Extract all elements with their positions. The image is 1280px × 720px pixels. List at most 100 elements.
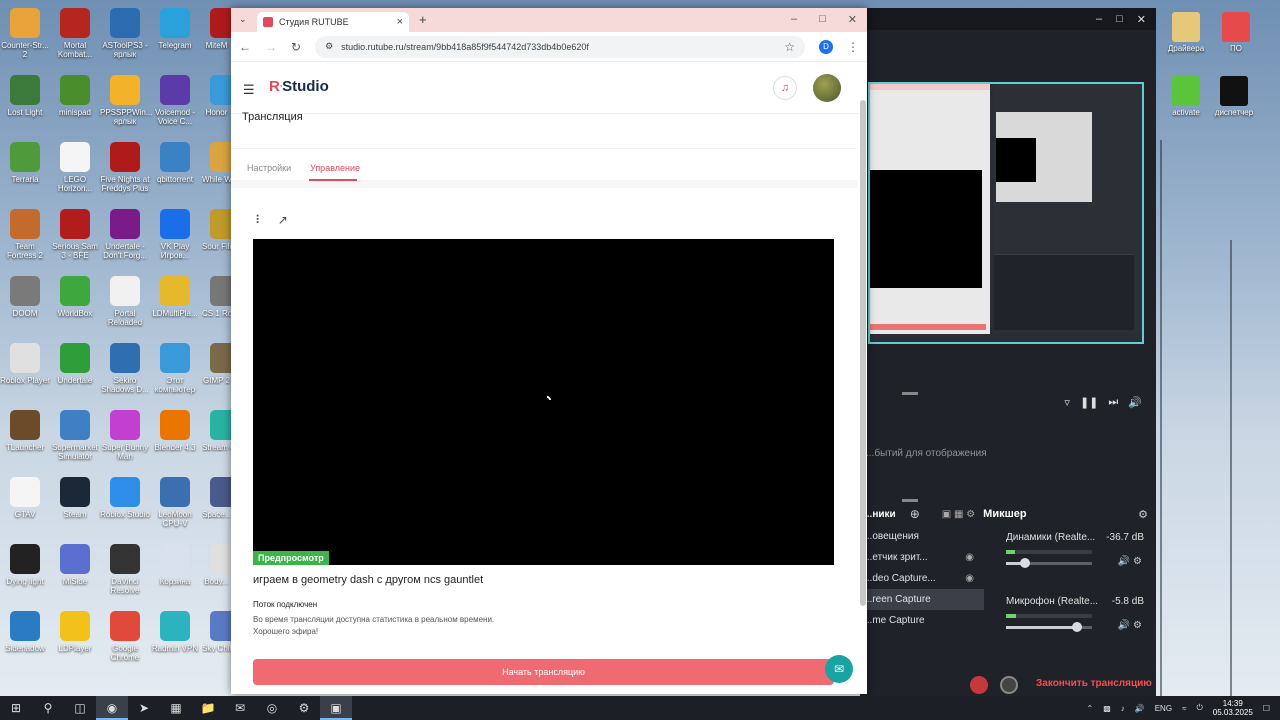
filter-icon[interactable]: ▿ [1064,396,1070,409]
desktop-icon[interactable]: Telegram [150,8,200,50]
visibility-icon[interactable]: ◉ [965,568,974,589]
desktop-icon[interactable]: CS 1 Ross... [202,276,231,318]
calculator-taskbar-icon[interactable]: ▦ [160,696,192,720]
tab-management[interactable]: Управление [310,163,360,173]
desktop-icon[interactable]: GTAV [0,477,50,519]
desktop-icon[interactable]: qbittorrent [150,142,200,184]
desktop-icon[interactable]: Voicemod - Voice C... [150,75,200,126]
bookmark-star-icon[interactable]: ☆ [784,40,795,54]
notifications-bell-icon[interactable]: ♫ [773,76,797,100]
obs-preview[interactable] [868,82,1144,344]
desktop-icon[interactable]: Sky Chil... of the l... [202,611,231,653]
desktop-icon[interactable]: Undertale - Don't Forg... [100,209,150,260]
source-item[interactable]: ...reen Capture [860,589,984,610]
volume-slider[interactable] [1006,562,1092,565]
record-icon[interactable] [970,676,988,694]
hamburger-menu-icon[interactable]: ☰ [243,82,255,98]
desktop-icon[interactable]: TLauncher [0,410,50,452]
back-icon[interactable]: ← [239,40,251,54]
desktop-icon[interactable]: DOOM [0,276,50,318]
desktop-icon[interactable]: GIMP 2 [202,343,231,385]
desktop-icon[interactable]: Team Fortress 2 [0,209,50,260]
telegram-taskbar-icon[interactable]: ➤ [128,696,160,720]
add-source-icon[interactable]: ⊕ [910,507,920,521]
language-indicator[interactable]: ENG [1155,704,1172,713]
source-item[interactable]: ...етчик зрит... ◉ [860,547,984,568]
desktop-icon[interactable]: Этот компьютер [150,343,200,394]
desktop-icon[interactable]: VK Play Игров... [150,209,200,260]
windows-start-icon[interactable]: ⊞ [0,696,32,720]
desktop-icon[interactable]: Sekiro Shadows D... [100,343,150,394]
desktop-icon[interactable]: Space... [202,477,231,519]
desktop-icon[interactable]: PPSSPPWin... ярлык [100,75,152,126]
desktop-icon[interactable]: Roblox Studio [100,477,150,519]
explorer-taskbar-icon[interactable]: 📁 [192,696,224,720]
desktop-icon[interactable]: Roblox Player [0,343,50,385]
dock-tools-icon[interactable]: ▣ ▦ ⚙ [942,509,975,520]
power-icon[interactable]: ⏻ [1196,703,1202,713]
close-icon[interactable]: ✕ [1137,13,1146,26]
desktop-icon[interactable]: Google Chrome [100,611,150,662]
minimize-icon[interactable]: – [791,13,797,26]
desktop-icon[interactable]: Five Nights at Freddys Plus [100,142,150,193]
close-icon[interactable]: ✕ [848,13,857,26]
desktop-icon[interactable]: Steam [50,477,100,519]
desktop-icon[interactable]: Dying light [0,544,50,586]
replay-icon[interactable] [1000,676,1018,694]
desktop-icon[interactable]: Portal Reloaded [100,276,150,327]
clock[interactable]: 14:39 05.03.2025 [1213,699,1253,717]
chat-icon[interactable]: ✉ [825,655,853,683]
desktop-icon[interactable]: Terraria [0,142,50,184]
notifications-icon[interactable]: ☐ [1263,704,1270,713]
tab-close-icon[interactable]: × [397,16,403,28]
visibility-icon[interactable]: ◉ [965,547,974,568]
desktop-icon[interactable]: Mortal Kombat... [50,8,100,59]
page-scrollbar[interactable] [860,100,866,606]
maximize-icon[interactable]: □ [819,13,826,26]
desktop-icon[interactable]: DaVinci Resolve [100,544,150,595]
channel-controls[interactable]: 🔊 ⚙ [1118,556,1142,567]
splitter-handle[interactable] [902,499,918,502]
minimize-icon[interactable]: – [1096,13,1102,25]
desktop-icon[interactable]: Blender 4.3 [150,410,200,452]
stop-stream-button[interactable]: Закончить трансляцию [1036,678,1152,689]
desktop-icon[interactable]: Super Bunny Man [100,410,150,461]
new-tab-icon[interactable]: + [419,12,427,27]
pause-icon[interactable]: ❚❚ [1080,396,1098,409]
site-info-icon[interactable]: ⚙ [325,41,333,52]
source-item[interactable]: ...deo Capture... ◉ [860,568,984,589]
chrome-taskbar-icon[interactable]: ◉ [96,696,128,720]
desktop-icon[interactable]: LeoMoon CPU-V [150,477,200,528]
open-external-icon[interactable]: ↗ [278,213,288,227]
desktop-icon[interactable]: Lost Light [0,75,50,117]
outlook-taskbar-icon[interactable]: ✉ [224,696,256,720]
desktop-icon[interactable]: MiteM [202,8,231,50]
desktop-icon[interactable]: LDPlayer [50,611,100,653]
splitter-handle[interactable] [902,392,918,395]
desktop-icon[interactable]: ASToolPS3 - ярлык [100,8,150,59]
volume-icon[interactable]: 🔊 [1128,396,1142,409]
steam-taskbar-icon[interactable]: ⚙ [288,696,320,720]
address-bar[interactable]: ⚙ studio.rutube.ru/stream/9bb418a85f9f54… [315,35,805,58]
obs-taskbar-icon[interactable]: ◎ [256,696,288,720]
maximize-icon[interactable]: □ [1116,13,1123,25]
reload-icon[interactable]: ↻ [291,40,301,54]
desktop-icon[interactable]: диспетчер [1206,76,1262,117]
desktop-icon[interactable]: Radmin VPN [150,611,200,653]
browser-tab[interactable]: Студия RUTUBE × [257,12,409,32]
desktop-icon[interactable]: LEGO Horizon... [50,142,100,193]
channel-controls[interactable]: 🔊 ⚙ [1118,620,1142,631]
desktop-icon[interactable]: MiSide [50,544,100,586]
speaker-icon[interactable]: 🔊 [1135,704,1145,713]
wifi-icon[interactable]: ≈ [1182,704,1186,713]
gear-icon[interactable]: ⚙ [1138,508,1148,521]
volume-slider-handle[interactable] [1019,558,1030,568]
desktop-icon[interactable]: Serious Sam 3 - BFE [50,209,100,260]
desktop-icon[interactable]: WorldBox [50,276,100,318]
rstudio-logo[interactable]: R’Studio [269,78,329,95]
desktop-icon[interactable]: Stream OB [202,410,231,452]
start-stream-button[interactable]: Начать трансляцию [253,659,834,685]
desktop-icon[interactable]: minispad [50,75,100,117]
desktop-icon[interactable]: Sour Filmm... [202,209,231,251]
source-item[interactable]: ...овещения [860,526,984,547]
